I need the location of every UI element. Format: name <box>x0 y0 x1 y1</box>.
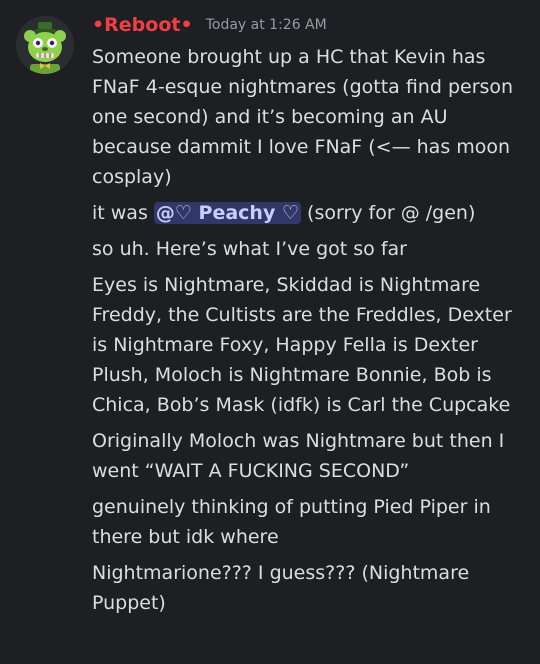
message-content: Someone brought up a HC that Kevin has F… <box>92 42 524 624</box>
message-line-3: Eyes is Nightmare, Skiddad is Nightmare … <box>92 274 512 416</box>
message-line-1: Someone brought up a HC that Kevin has F… <box>92 46 514 188</box>
green-animatronic-avatar-icon <box>16 16 74 74</box>
message-line-6: Nightmarione??? I guess??? (Nightmare Pu… <box>92 562 470 614</box>
mention-suffix: (sorry for @ /gen) <box>301 202 476 224</box>
message-line-2: so uh. Here’s what I’ve got so far <box>92 238 407 260</box>
timestamp: Today at 1:26 AM <box>205 17 327 33</box>
message-line-mention: it was @♡ Peachy ♡ (sorry for @ /gen) <box>92 198 524 228</box>
user-mention[interactable]: @♡ Peachy ♡ <box>153 202 301 224</box>
message-header: •Reboot• Today at 1:26 AM <box>92 14 327 40</box>
chat-message: •Reboot• Today at 1:26 AM Someone brough… <box>0 0 540 664</box>
username[interactable]: •Reboot• <box>92 14 193 36</box>
mention-prefix: it was <box>92 202 154 224</box>
user-avatar[interactable] <box>16 16 74 74</box>
message-line-4: Originally Moloch was Nightmare but then… <box>92 430 505 482</box>
message-line-5: genuinely thinking of putting Pied Piper… <box>92 496 491 548</box>
